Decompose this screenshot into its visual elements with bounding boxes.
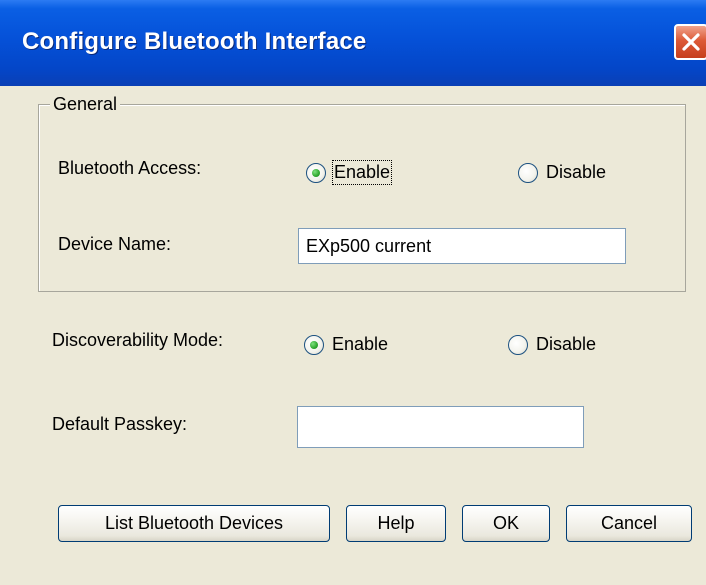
discoverability-mode-label: Discoverability Mode: [52, 330, 224, 350]
discoverability-enable-radio[interactable]: Enable [304, 334, 388, 355]
close-icon [682, 33, 700, 51]
discoverability-disable-radio[interactable]: Disable [508, 334, 596, 355]
default-passkey-label: Default Passkey: [52, 414, 188, 434]
title-bar: Configure Bluetooth Interface [0, 0, 706, 86]
help-button[interactable]: Help [346, 505, 446, 542]
bluetooth-access-disable-label: Disable [546, 162, 607, 182]
radio-unchecked-icon [518, 162, 538, 183]
device-name-input[interactable] [298, 228, 626, 264]
bluetooth-access-enable-radio[interactable]: Enable [306, 160, 393, 185]
bluetooth-access-disable-radio[interactable]: Disable [518, 162, 606, 183]
window-title: Configure Bluetooth Interface [22, 28, 367, 55]
device-name-label: Device Name: [58, 234, 172, 254]
discoverability-disable-label: Disable [536, 334, 597, 354]
bluetooth-access-label: Bluetooth Access: [58, 158, 202, 178]
cancel-button[interactable]: Cancel [566, 505, 692, 542]
general-group-label: General [50, 94, 121, 115]
radio-checked-icon [304, 334, 324, 355]
ok-button[interactable]: OK [462, 505, 550, 542]
close-button[interactable] [674, 24, 706, 60]
radio-unchecked-icon [508, 334, 528, 355]
default-passkey-input[interactable] [297, 406, 584, 448]
bluetooth-access-enable-label: Enable [331, 160, 393, 185]
discoverability-enable-label: Enable [332, 334, 389, 354]
radio-checked-icon [306, 162, 326, 183]
list-bluetooth-devices-button[interactable]: List Bluetooth Devices [58, 505, 330, 542]
